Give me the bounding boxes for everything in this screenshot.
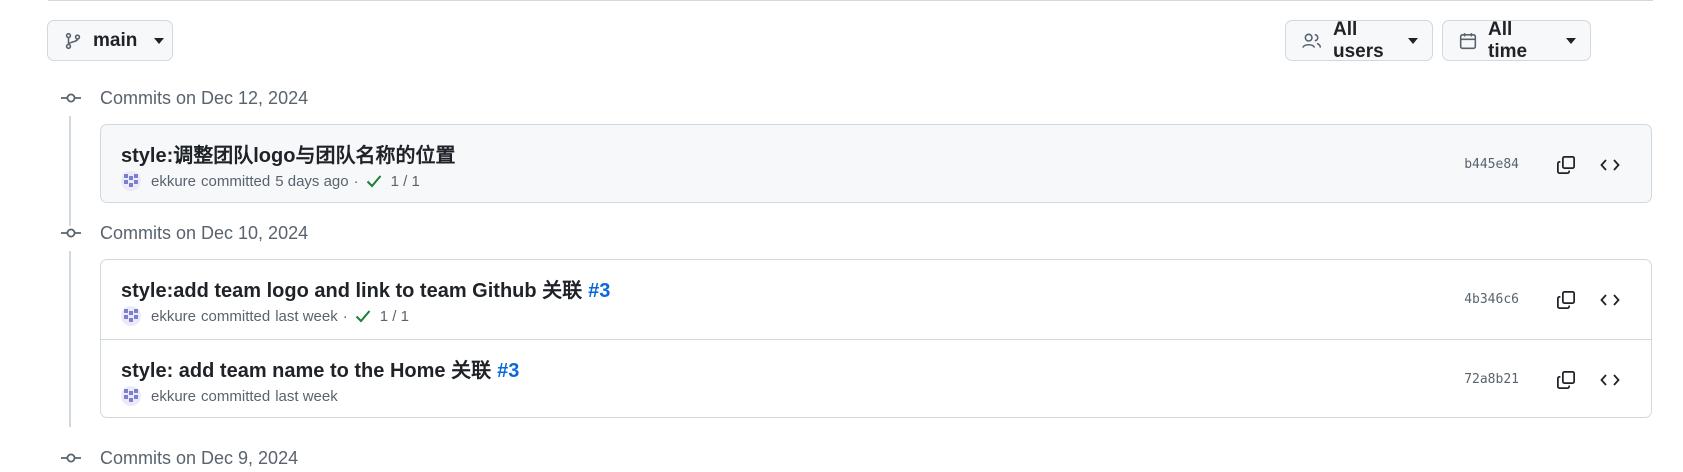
time-filter-button[interactable]: All time [1442,18,1591,62]
commit-actions: 72a8b21 [1464,340,1625,417]
branch-selector-button[interactable]: main [47,20,173,61]
commit-action: committed [201,387,271,405]
commit-author[interactable]: ekkure [151,173,196,190]
git-branch-icon [64,32,82,50]
copy-icon[interactable] [1551,365,1581,395]
commit-group-date: Commits on Dec 10, 2024 [100,222,309,243]
avatar[interactable] [121,306,141,326]
meta-separator: · [342,307,348,325]
commit-row: style:add team logo and link to team Git… [101,260,1651,339]
time-filter-label: All time [1488,18,1528,62]
commit-title[interactable]: style:调整团队logo与团队名称的位置 [121,139,455,168]
commit-actions: 4b346c6 [1464,260,1625,339]
check-icon[interactable] [366,174,382,188]
checks-status[interactable]: 1 / 1 [380,308,409,325]
commit-list: style:add team logo and link to team Git… [100,259,1652,418]
commit-list: style:调整团队logo与团队名称的位置 ekkure committed … [100,124,1652,203]
commit-group-header: Commits on Dec 10, 2024 [60,219,308,247]
commit-message[interactable]: style:调整团队logo与团队名称的位置 [121,145,455,167]
chevron-down-icon [1566,37,1576,44]
avatar[interactable] [121,386,141,406]
commit-time[interactable]: 5 days ago [275,173,348,190]
commit-author[interactable]: ekkure [151,388,196,405]
chevron-down-icon [154,37,165,44]
commit-meta: ekkure committed last week · 1 / 1 [121,306,409,326]
users-filter-label: All users [1333,18,1384,62]
copy-icon[interactable] [1551,150,1581,180]
commit-group-date: Commits on Dec 9, 2024 [100,447,299,468]
commit-sha[interactable]: 72a8b21 [1464,372,1519,387]
commit-time[interactable]: last week [275,388,338,405]
checks-status[interactable]: 1 / 1 [391,173,420,190]
commit-meta: ekkure committed 5 days ago · 1 / 1 [121,171,420,191]
avatar[interactable] [121,171,141,191]
commit-author[interactable]: ekkure [151,308,196,325]
git-commit-icon [60,92,82,104]
people-icon [1302,32,1322,50]
commit-sha[interactable]: 4b346c6 [1464,292,1519,307]
issue-link[interactable]: #3 [588,280,610,302]
commit-sha[interactable]: b445e84 [1464,157,1519,172]
code-icon[interactable] [1595,365,1625,395]
commit-actions: b445e84 [1464,125,1625,202]
commit-group-date: Commits on Dec 12, 2024 [100,87,309,108]
git-commit-icon [60,227,82,239]
header-divider [48,0,1653,3]
commit-action: committed [201,307,271,325]
commit-time[interactable]: last week [275,308,338,325]
timeline-line [69,251,71,427]
commit-title[interactable]: style:add team logo and link to team Git… [121,274,610,303]
calendar-icon [1459,32,1477,50]
git-commit-icon [60,452,82,464]
issue-link[interactable]: #3 [497,360,519,382]
copy-icon[interactable] [1551,285,1581,315]
code-icon[interactable] [1595,150,1625,180]
commit-message[interactable]: style: add team name to the Home 关联 [121,360,491,382]
commit-row: style:调整团队logo与团队名称的位置 ekkure committed … [101,125,1651,202]
users-filter-button[interactable]: All users [1285,18,1433,62]
commit-group-header: Commits on Dec 9, 2024 [60,444,298,472]
commit-message[interactable]: style:add team logo and link to team Git… [121,280,582,302]
commit-meta: ekkure committed last week [121,386,338,406]
commit-title[interactable]: style: add team name to the Home 关联 #3 [121,354,519,383]
commit-row: style: add team name to the Home 关联 #3 ek… [101,339,1651,417]
meta-separator: · [353,172,359,190]
commit-action: committed [201,172,271,190]
branch-name: main [93,29,138,51]
check-icon[interactable] [355,309,371,323]
chevron-down-icon [1408,37,1418,44]
code-icon[interactable] [1595,285,1625,315]
timeline-line [69,116,71,226]
commit-group-header: Commits on Dec 12, 2024 [60,84,308,112]
